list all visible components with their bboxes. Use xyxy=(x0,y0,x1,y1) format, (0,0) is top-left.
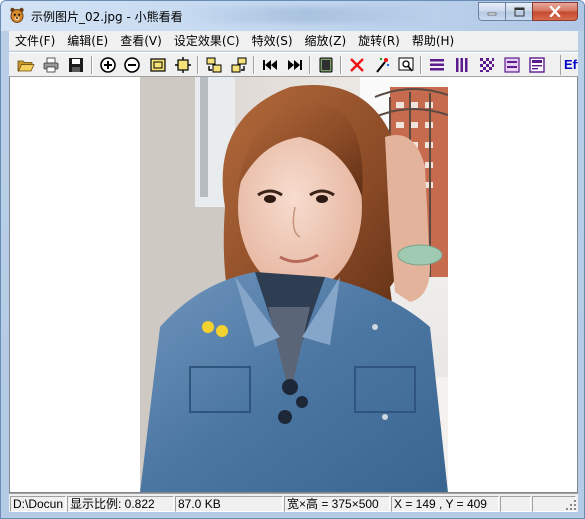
horizontal-blinds-button[interactable] xyxy=(426,55,448,75)
save-button[interactable] xyxy=(65,55,87,75)
actual-size-icon xyxy=(175,57,191,73)
filter-button[interactable] xyxy=(501,55,523,75)
minimize-icon xyxy=(487,12,497,15)
delete-icon xyxy=(350,58,364,72)
maximize-icon xyxy=(514,7,524,16)
menu-rotate[interactable]: 旋转(R) xyxy=(352,31,406,51)
delete-button[interactable] xyxy=(346,55,368,75)
toolbar: Eff xyxy=(9,52,578,77)
first-image-icon xyxy=(263,60,277,70)
rotate-left-button[interactable] xyxy=(203,55,225,75)
menu-bar: 文件(F) 编辑(E) 查看(V) 设定效果(C) 特效(S) 缩放(Z) 旋转… xyxy=(9,31,578,51)
toolbar-separator xyxy=(309,56,311,74)
toolbar-separator xyxy=(197,56,199,74)
print-icon xyxy=(43,57,59,73)
filter-icon xyxy=(504,57,520,73)
mosaic-icon xyxy=(480,58,494,72)
title-glass-blur xyxy=(181,7,431,23)
frame-icon xyxy=(529,57,545,73)
rotate-right-icon xyxy=(231,57,247,73)
mosaic-button[interactable] xyxy=(476,55,498,75)
status-path: D:\Docun xyxy=(10,496,66,512)
menu-edit[interactable]: 编辑(E) xyxy=(61,31,114,51)
app-window: 示例图片_02.jpg - 小熊看看 文件(F) 编辑(E) 查看(V) 设定效… xyxy=(0,0,585,519)
slideshow-icon xyxy=(319,57,333,73)
displayed-photo xyxy=(140,77,448,492)
status-scale: 显示比例: 0.822 xyxy=(67,496,174,512)
print-button[interactable] xyxy=(40,55,62,75)
status-coordinates: X = 149 , Y = 409 xyxy=(391,496,499,512)
vertical-blinds-button[interactable] xyxy=(451,55,473,75)
zoom-in-icon xyxy=(100,57,116,73)
crop-button[interactable] xyxy=(395,55,417,75)
slideshow-button[interactable] xyxy=(315,55,337,75)
fit-window-icon xyxy=(150,58,166,72)
effect-menu-button[interactable]: Eff xyxy=(560,55,578,75)
status-dimensions: 宽×高 = 375×500 xyxy=(284,496,390,512)
rotate-right-button[interactable] xyxy=(228,55,250,75)
toolbar-separator xyxy=(253,56,255,74)
bear-app-icon xyxy=(9,7,25,24)
status-empty-pane xyxy=(500,496,531,512)
status-file-size: 87.0 KB xyxy=(175,496,283,512)
close-button[interactable] xyxy=(532,2,578,21)
crop-icon xyxy=(398,57,414,72)
menu-set-effect[interactable]: 设定效果(C) xyxy=(168,31,246,51)
menu-help[interactable]: 帮助(H) xyxy=(406,31,460,51)
open-button[interactable] xyxy=(15,55,37,75)
actual-size-button[interactable] xyxy=(172,55,194,75)
image-viewport[interactable] xyxy=(9,77,578,493)
minimize-button[interactable] xyxy=(478,2,505,21)
vertical-bars-icon xyxy=(456,58,468,72)
resize-grip-icon[interactable] xyxy=(565,499,577,511)
close-icon xyxy=(549,6,561,17)
save-icon xyxy=(69,58,83,72)
photo-image xyxy=(140,77,448,492)
effects-button[interactable] xyxy=(371,55,393,75)
toolbar-separator xyxy=(340,56,342,74)
maximize-button[interactable] xyxy=(505,2,532,21)
frame-button[interactable] xyxy=(526,55,548,75)
last-image-button[interactable] xyxy=(284,55,306,75)
last-image-icon xyxy=(288,60,302,70)
zoom-in-button[interactable] xyxy=(97,55,119,75)
open-folder-icon xyxy=(17,60,35,72)
toolbar-separator xyxy=(420,56,422,74)
horizontal-lines-icon xyxy=(430,59,444,71)
effects-wand-icon xyxy=(376,57,390,73)
first-image-button[interactable] xyxy=(259,55,281,75)
fit-window-button[interactable] xyxy=(147,55,169,75)
status-bar: D:\Docun 显示比例: 0.822 87.0 KB 宽×高 = 375×5… xyxy=(9,493,578,512)
window-title: 示例图片_02.jpg - 小熊看看 xyxy=(31,10,183,24)
title-bar[interactable]: 示例图片_02.jpg - 小熊看看 xyxy=(1,1,584,31)
menu-file[interactable]: 文件(F) xyxy=(9,31,61,51)
toolbar-separator xyxy=(91,56,93,74)
menu-special-effects[interactable]: 特效(S) xyxy=(246,31,299,51)
menu-zoom[interactable]: 缩放(Z) xyxy=(299,31,353,51)
menu-view[interactable]: 查看(V) xyxy=(114,31,168,51)
zoom-out-button[interactable] xyxy=(121,55,143,75)
rotate-left-icon xyxy=(206,57,222,73)
zoom-out-icon xyxy=(124,57,140,73)
